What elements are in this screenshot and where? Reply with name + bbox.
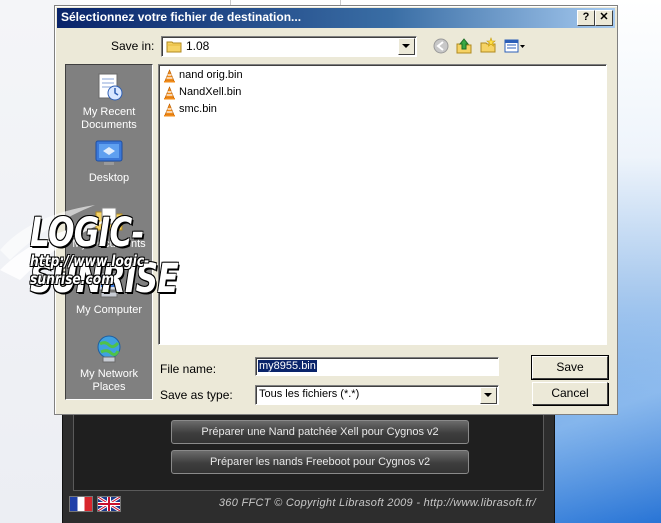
- background-app-footer: 360 FFCT © Copyright Librasoft 2009 - ht…: [63, 490, 554, 523]
- file-name-label: File name:: [160, 362, 217, 376]
- back-icon[interactable]: [432, 37, 450, 55]
- save-in-value: 1.08: [186, 39, 210, 53]
- folder-icon: [166, 41, 182, 53]
- place-label: My Network Places: [79, 368, 139, 393]
- place-label: My Computer: [75, 304, 143, 316]
- file-name: NandXell.bin: [179, 86, 242, 98]
- place-recent-documents[interactable]: My Recent Documents: [66, 71, 152, 132]
- file-name-value: my8955.bin: [258, 360, 317, 372]
- chevron-down-icon[interactable]: [480, 387, 497, 404]
- help-button[interactable]: ?: [577, 10, 595, 26]
- save-as-type-dropdown[interactable]: Tous les fichiers (*.*): [255, 385, 499, 405]
- save-as-type-value: Tous les fichiers (*.*): [259, 388, 360, 400]
- file-name: smc.bin: [179, 103, 217, 115]
- prepare-freeboot-nands-button[interactable]: Préparer les nands Freeboot pour Cygnos …: [171, 450, 469, 474]
- cancel-button[interactable]: Cancel: [532, 382, 608, 405]
- view-menu-icon[interactable]: [503, 37, 527, 55]
- vlc-file-icon: [164, 69, 175, 83]
- network-places-icon: [97, 335, 121, 363]
- new-folder-icon[interactable]: [479, 37, 497, 55]
- uk-flag-icon[interactable]: [97, 496, 121, 512]
- dialog-titlebar[interactable]: Sélectionnez votre fichier de destinatio…: [57, 8, 615, 28]
- chevron-down-icon[interactable]: [398, 38, 415, 55]
- place-network-places[interactable]: My Network Places: [66, 333, 152, 394]
- dialog-title: Sélectionnez votre fichier de destinatio…: [61, 10, 302, 24]
- close-icon: ✕: [599, 11, 609, 23]
- place-desktop[interactable]: Desktop: [66, 137, 152, 185]
- background-app-window: Préparer une Nand patchée Xell pour Cygn…: [62, 400, 555, 523]
- save-button[interactable]: Save: [531, 355, 609, 380]
- vlc-file-icon: [164, 86, 175, 100]
- save-in-dropdown[interactable]: 1.08: [161, 36, 417, 57]
- close-button[interactable]: ✕: [595, 10, 613, 26]
- file-name: nand orig.bin: [179, 69, 243, 81]
- recent-documents-icon: [98, 73, 123, 101]
- vlc-file-icon: [164, 103, 175, 117]
- french-flag-icon[interactable]: [69, 496, 93, 512]
- file-name-input[interactable]: my8955.bin: [255, 357, 499, 376]
- place-label: Desktop: [88, 172, 130, 184]
- copyright-text: 360 FFCT © Copyright Librasoft 2009 - ht…: [218, 497, 536, 509]
- place-label: My Recent Documents: [81, 106, 137, 131]
- up-one-level-icon[interactable]: [455, 37, 473, 55]
- save-in-label: Save in:: [111, 39, 155, 53]
- save-as-type-label: Save as type:: [160, 388, 233, 402]
- watermark-url: http://www.logic-sunrise.com: [30, 252, 150, 288]
- desktop-icon: [95, 140, 123, 165]
- help-icon: ?: [582, 11, 590, 23]
- logic-sunrise-watermark: LOGIC-SUNRISE http://www.logic-sunrise.c…: [0, 190, 260, 302]
- prepare-xell-nand-button[interactable]: Préparer une Nand patchée Xell pour Cygn…: [171, 420, 469, 444]
